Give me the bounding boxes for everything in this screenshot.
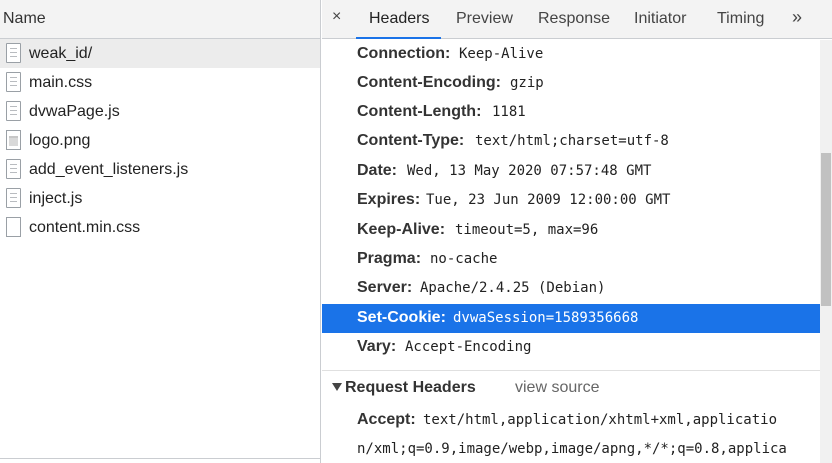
header-value: 1181 <box>492 104 526 120</box>
header-key: Date: <box>357 162 398 179</box>
close-icon[interactable]: × <box>332 8 341 26</box>
request-name: inject.js <box>29 190 83 207</box>
pane-divider <box>0 458 320 459</box>
name-column-label: Name <box>3 10 46 27</box>
header-value: Accept-Encoding <box>405 339 532 355</box>
document-icon <box>6 188 21 208</box>
header-value: timeout=5, max=96 <box>455 222 599 238</box>
section-title: Request Headers <box>345 379 476 396</box>
request-row-weak-id[interactable]: weak_id/ <box>0 39 320 68</box>
request-list: weak_id/ main.css dvwaPage.js logo.png a… <box>0 39 320 242</box>
header-key: Vary: <box>357 338 397 355</box>
vertical-scrollbar[interactable] <box>820 40 832 463</box>
request-name: main.css <box>29 74 93 91</box>
header-key: Content-Encoding: <box>357 74 501 91</box>
image-icon <box>6 130 21 150</box>
header-key: Content-Length: <box>357 103 482 120</box>
header-value-continued: n/xml;q=0.9,image/webp,image/apng,*/*;q=… <box>357 441 787 457</box>
header-row-content-encoding[interactable]: Content-Encoding: gzip <box>322 69 820 98</box>
header-row-set-cookie[interactable]: Set-Cookie: dvwaSession=1589356668 <box>322 304 820 333</box>
more-tabs-icon[interactable]: » <box>792 7 802 28</box>
header-value: gzip <box>510 75 544 91</box>
header-row-pragma[interactable]: Pragma: no-cache <box>322 245 820 274</box>
document-icon <box>6 159 21 179</box>
tab-response[interactable]: Response <box>538 10 610 28</box>
header-value: text/html,application/xhtml+xml,applicat… <box>423 412 778 428</box>
header-value: text/html;charset=utf-8 <box>475 133 669 149</box>
details-tabbar: × Headers Preview Response Initiator Tim… <box>322 0 832 39</box>
document-icon <box>6 72 21 92</box>
request-name: add_event_listeners.js <box>29 161 189 178</box>
request-list-pane: Name weak_id/ main.css dvwaPage.js logo.… <box>0 0 321 463</box>
header-row-vary[interactable]: Vary: Accept-Encoding <box>322 333 820 362</box>
header-row-keep-alive[interactable]: Keep-Alive: timeout=5, max=96 <box>322 216 820 245</box>
document-icon <box>6 43 21 63</box>
request-row-dvwapage-js[interactable]: dvwaPage.js <box>0 97 320 126</box>
header-row-content-type[interactable]: Content-Type: text/html;charset=utf-8 <box>322 127 820 156</box>
request-name: dvwaPage.js <box>29 103 120 120</box>
document-icon <box>6 101 21 121</box>
header-key: Set-Cookie: <box>357 309 446 326</box>
tab-timing[interactable]: Timing <box>717 10 764 28</box>
header-key: Pragma: <box>357 250 422 267</box>
request-row-inject-js[interactable]: inject.js <box>0 184 320 213</box>
view-source-link[interactable]: view source <box>515 379 599 397</box>
request-row-logo-png[interactable]: logo.png <box>0 126 320 155</box>
header-row-server[interactable]: Server: Apache/2.4.25 (Debian) <box>322 274 820 303</box>
active-tab-indicator <box>356 37 441 39</box>
header-row-connection[interactable]: Connection: Keep-Alive <box>322 40 820 69</box>
tab-headers[interactable]: Headers <box>369 10 429 28</box>
header-row-content-length[interactable]: Content-Length: 1181 <box>322 98 820 127</box>
request-name: content.min.css <box>29 219 141 236</box>
headers-content: Connection: Keep-Alive Content-Encoding:… <box>322 40 820 463</box>
header-value: Wed, 13 May 2020 07:57:48 GMT <box>407 163 652 179</box>
section-divider <box>322 370 820 371</box>
tab-initiator[interactable]: Initiator <box>634 10 686 28</box>
header-value: Tue, 23 Jun 2009 12:00:00 GMT <box>426 192 671 208</box>
header-key: Connection: <box>357 45 451 62</box>
name-column-header[interactable]: Name <box>0 0 320 39</box>
header-key: Content-Type: <box>357 132 465 149</box>
header-value: Apache/2.4.25 (Debian) <box>420 280 606 296</box>
request-name: weak_id/ <box>29 45 93 62</box>
scrollbar-thumb[interactable] <box>821 153 831 306</box>
request-row-add-event-listeners-js[interactable]: add_event_listeners.js <box>0 155 320 184</box>
request-row-main-css[interactable]: main.css <box>0 68 320 97</box>
header-value: dvwaSession=1589356668 <box>453 310 639 326</box>
tab-preview[interactable]: Preview <box>456 10 513 28</box>
header-key: Server: <box>357 279 413 296</box>
triangle-down-icon <box>332 383 342 391</box>
header-key: Accept: <box>357 411 416 428</box>
request-details-pane: × Headers Preview Response Initiator Tim… <box>322 0 832 463</box>
header-value: no-cache <box>430 251 498 267</box>
request-name: logo.png <box>29 132 91 149</box>
blank-file-icon <box>6 217 21 237</box>
header-value: Keep-Alive <box>459 46 544 62</box>
header-row-date[interactable]: Date: Wed, 13 May 2020 07:57:48 GMT <box>322 157 820 186</box>
header-key: Keep-Alive: <box>357 221 446 238</box>
header-row-expires[interactable]: Expires: Tue, 23 Jun 2009 12:00:00 GMT <box>322 186 820 215</box>
request-row-content-min-css[interactable]: content.min.css <box>0 213 320 242</box>
header-key: Expires: <box>357 191 421 208</box>
